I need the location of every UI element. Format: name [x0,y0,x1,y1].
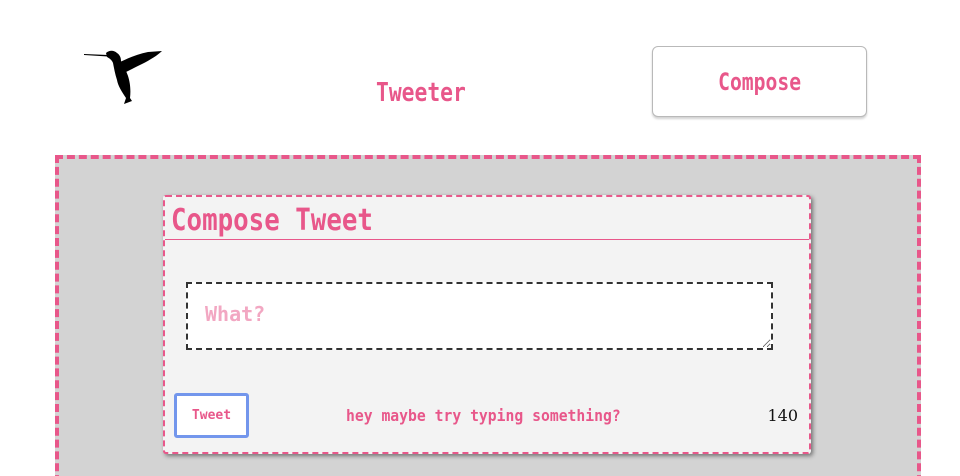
tweet-input[interactable] [186,282,773,350]
tweet-button[interactable]: Tweet [174,393,249,438]
compose-tweet-card: Compose Tweet Tweet hey maybe try typing… [163,195,811,454]
app-title: Tweeter [376,78,466,108]
hummingbird-icon [84,46,164,106]
compose-tweet-title: Compose Tweet [171,203,373,238]
compose-button[interactable]: Compose [652,46,867,117]
title-divider [165,239,809,240]
character-counter: 140 [767,406,798,425]
hint-message: hey maybe try typing something? [346,406,621,425]
compose-button-label: Compose [718,67,801,96]
page: Tweeter Compose Compose Tweet Tweet hey … [0,0,960,476]
